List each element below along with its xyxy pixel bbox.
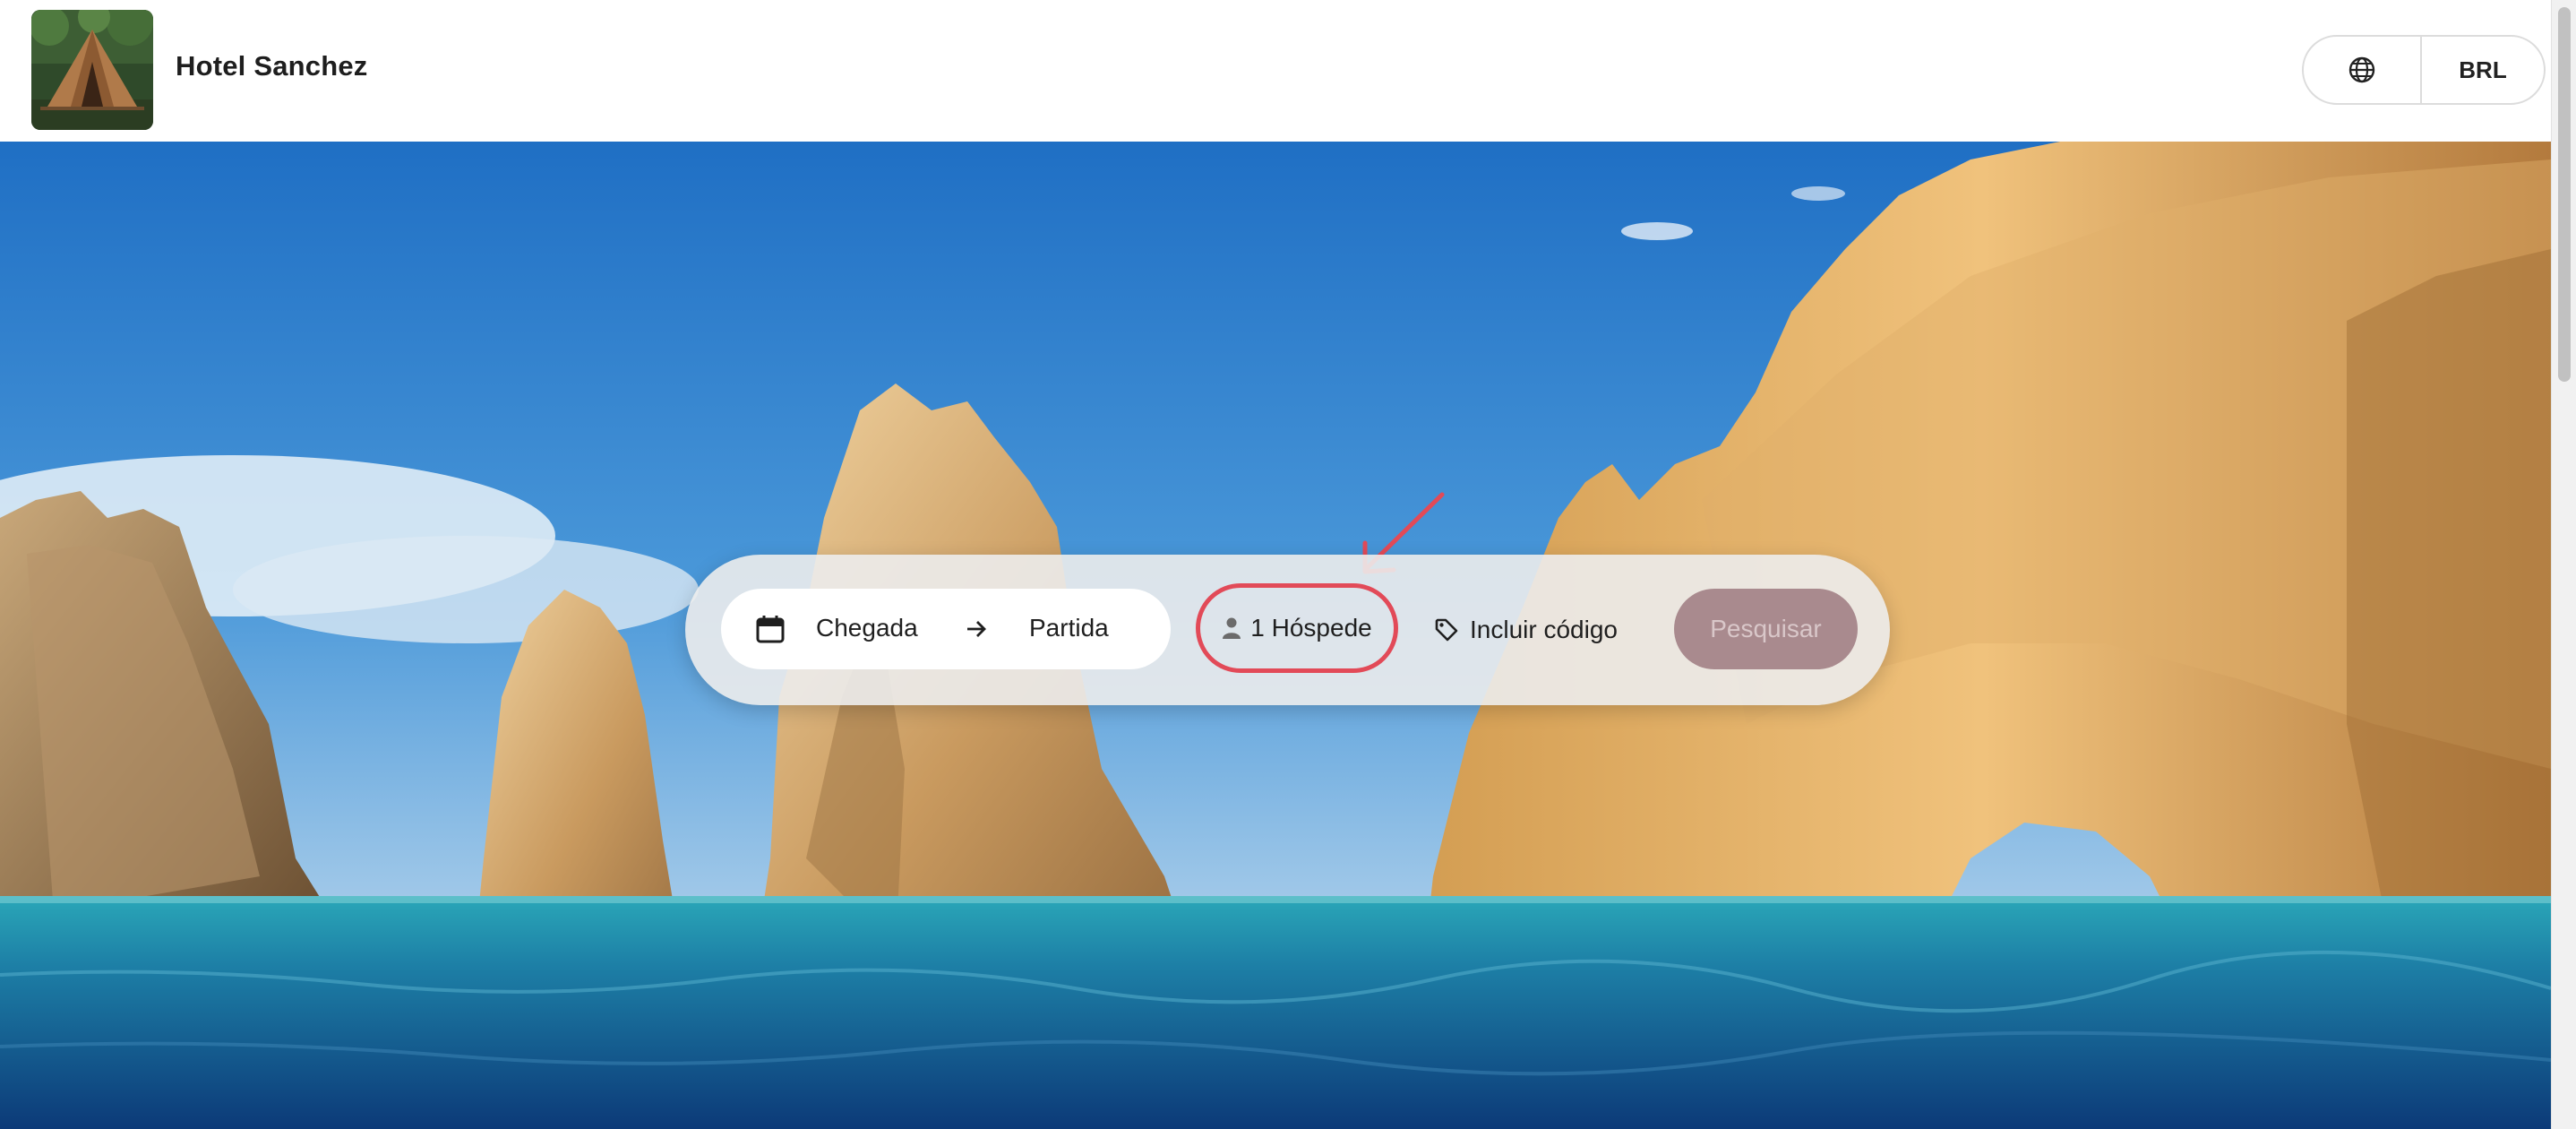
currency-button[interactable]: BRL bbox=[2422, 37, 2544, 103]
page-scrollbar[interactable] bbox=[2551, 0, 2576, 1129]
tent-photo-logo bbox=[31, 10, 153, 130]
search-button-label: Pesquisar bbox=[1710, 615, 1822, 642]
guests-selector[interactable]: 1 Hóspede bbox=[1196, 583, 1398, 673]
person-icon bbox=[1223, 617, 1241, 639]
checkout-date[interactable]: Partida bbox=[1029, 614, 1109, 642]
booking-search-bar: Chegada Partida 1 Hóspede Incluir código… bbox=[685, 555, 1890, 705]
promo-code-button[interactable]: Incluir código bbox=[1434, 605, 1618, 655]
checkin-date[interactable]: Chegada bbox=[816, 614, 918, 642]
hotel-name: Hotel Sanchez bbox=[176, 50, 368, 82]
site-header: Hotel Sanchez BRL bbox=[0, 0, 2551, 142]
tag-icon bbox=[1435, 618, 1458, 642]
date-range-picker[interactable]: Chegada Partida bbox=[721, 589, 1171, 669]
language-button[interactable] bbox=[2304, 37, 2422, 103]
arrow-right-icon bbox=[967, 621, 986, 637]
header-controls: BRL bbox=[2302, 35, 2546, 105]
globe-icon bbox=[2348, 56, 2375, 83]
hotel-logo[interactable] bbox=[31, 10, 153, 130]
promo-code-label: Incluir código bbox=[1470, 616, 1618, 643]
search-button[interactable]: Pesquisar bbox=[1674, 589, 1858, 669]
guests-label: 1 Hóspede bbox=[1250, 614, 1372, 642]
scrollbar-thumb[interactable] bbox=[2558, 7, 2571, 382]
calendar-icon bbox=[756, 616, 785, 643]
